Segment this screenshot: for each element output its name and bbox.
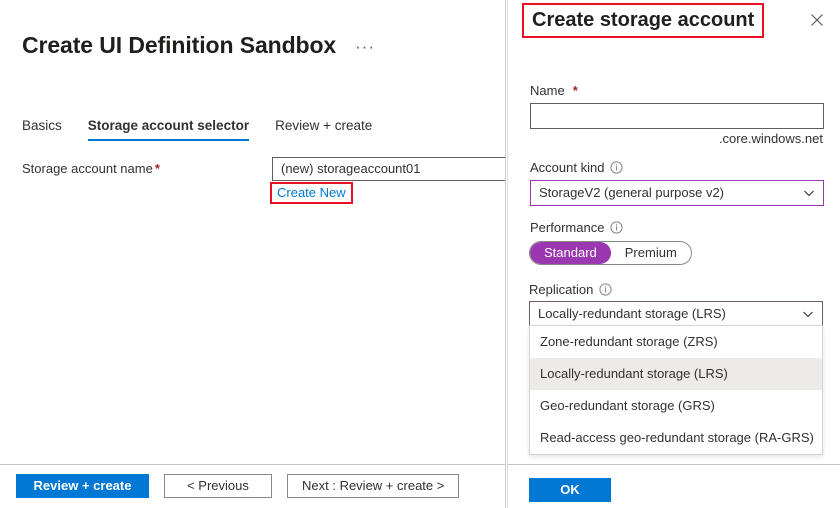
info-icon[interactable] xyxy=(610,161,624,174)
account-kind-dropdown[interactable]: StorageV2 (general purpose v2) xyxy=(530,180,824,206)
performance-label: Performance xyxy=(530,220,624,235)
account-kind-value: StorageV2 (general purpose v2) xyxy=(539,185,725,200)
info-icon[interactable] xyxy=(610,221,624,234)
pane-footer-separator xyxy=(507,464,840,465)
blade-footer-separator xyxy=(0,464,506,465)
replication-label: Replication xyxy=(529,282,612,297)
performance-option-standard[interactable]: Standard xyxy=(530,242,611,264)
more-options-ellipsis[interactable]: ··· xyxy=(355,38,375,55)
blade-footer: Review + create < Previous Next : Review… xyxy=(16,474,460,498)
create-ui-definition-sandbox-blade: Create UI Definition Sandbox ··· Basics … xyxy=(0,0,506,508)
replication-option-lrs[interactable]: Locally-redundant storage (LRS) xyxy=(530,358,822,390)
page-title: Create UI Definition Sandbox xyxy=(22,32,337,58)
replication-option-ra-grs[interactable]: Read-access geo-redundant storage (RA-GR… xyxy=(530,422,822,454)
tab-basics[interactable]: Basics xyxy=(22,118,62,141)
name-label-text: Name xyxy=(530,83,565,98)
create-new-link[interactable]: Create New xyxy=(277,185,346,200)
replication-options-list: Zone-redundant storage (ZRS) Locally-red… xyxy=(529,325,823,455)
chevron-down-icon xyxy=(802,308,814,320)
name-required-asterisk: * xyxy=(572,83,578,98)
app-root: Create UI Definition Sandbox ··· Basics … xyxy=(0,0,840,508)
storage-account-name-label: Storage account name * xyxy=(22,161,160,176)
create-new-highlight-box: Create New xyxy=(270,182,353,204)
review-create-button[interactable]: Review + create xyxy=(16,474,149,498)
replication-option-zrs[interactable]: Zone-redundant storage (ZRS) xyxy=(530,326,822,358)
replication-label-text: Replication xyxy=(529,282,594,297)
pane-divider xyxy=(505,0,506,508)
storage-account-name-label-text: Storage account name xyxy=(22,161,153,176)
name-suffix-text: .core.windows.net xyxy=(718,131,823,146)
pane-title: Create storage account xyxy=(532,9,755,31)
replication-value: Locally-redundant storage (LRS) xyxy=(538,306,726,321)
info-icon[interactable] xyxy=(599,283,612,296)
pane-title-highlight-box: Create storage account xyxy=(522,3,765,38)
blade-tabs: Basics Storage account selector Review +… xyxy=(22,118,398,148)
ok-button[interactable]: OK xyxy=(529,478,611,502)
account-kind-label-text: Account kind xyxy=(530,160,605,175)
account-kind-label: Account kind xyxy=(530,160,624,175)
previous-button[interactable]: < Previous xyxy=(164,474,272,498)
name-input[interactable] xyxy=(530,103,824,129)
performance-toggle[interactable]: Standard Premium xyxy=(529,241,692,265)
chevron-down-icon xyxy=(803,187,815,199)
performance-option-premium[interactable]: Premium xyxy=(611,242,691,264)
tab-review-create[interactable]: Review + create xyxy=(275,118,372,141)
required-asterisk: * xyxy=(154,161,160,176)
replication-option-grs[interactable]: Geo-redundant storage (GRS) xyxy=(530,390,822,422)
performance-label-text: Performance xyxy=(530,220,605,235)
next-review-create-button[interactable]: Next : Review + create > xyxy=(287,474,460,498)
replication-dropdown[interactable]: Locally-redundant storage (LRS) xyxy=(529,301,823,327)
tab-storage-account-selector[interactable]: Storage account selector xyxy=(87,118,250,141)
name-label: Name * xyxy=(530,83,578,98)
storage-account-name-input[interactable]: (new) storageaccount01 xyxy=(272,157,506,181)
close-icon[interactable] xyxy=(808,11,826,29)
